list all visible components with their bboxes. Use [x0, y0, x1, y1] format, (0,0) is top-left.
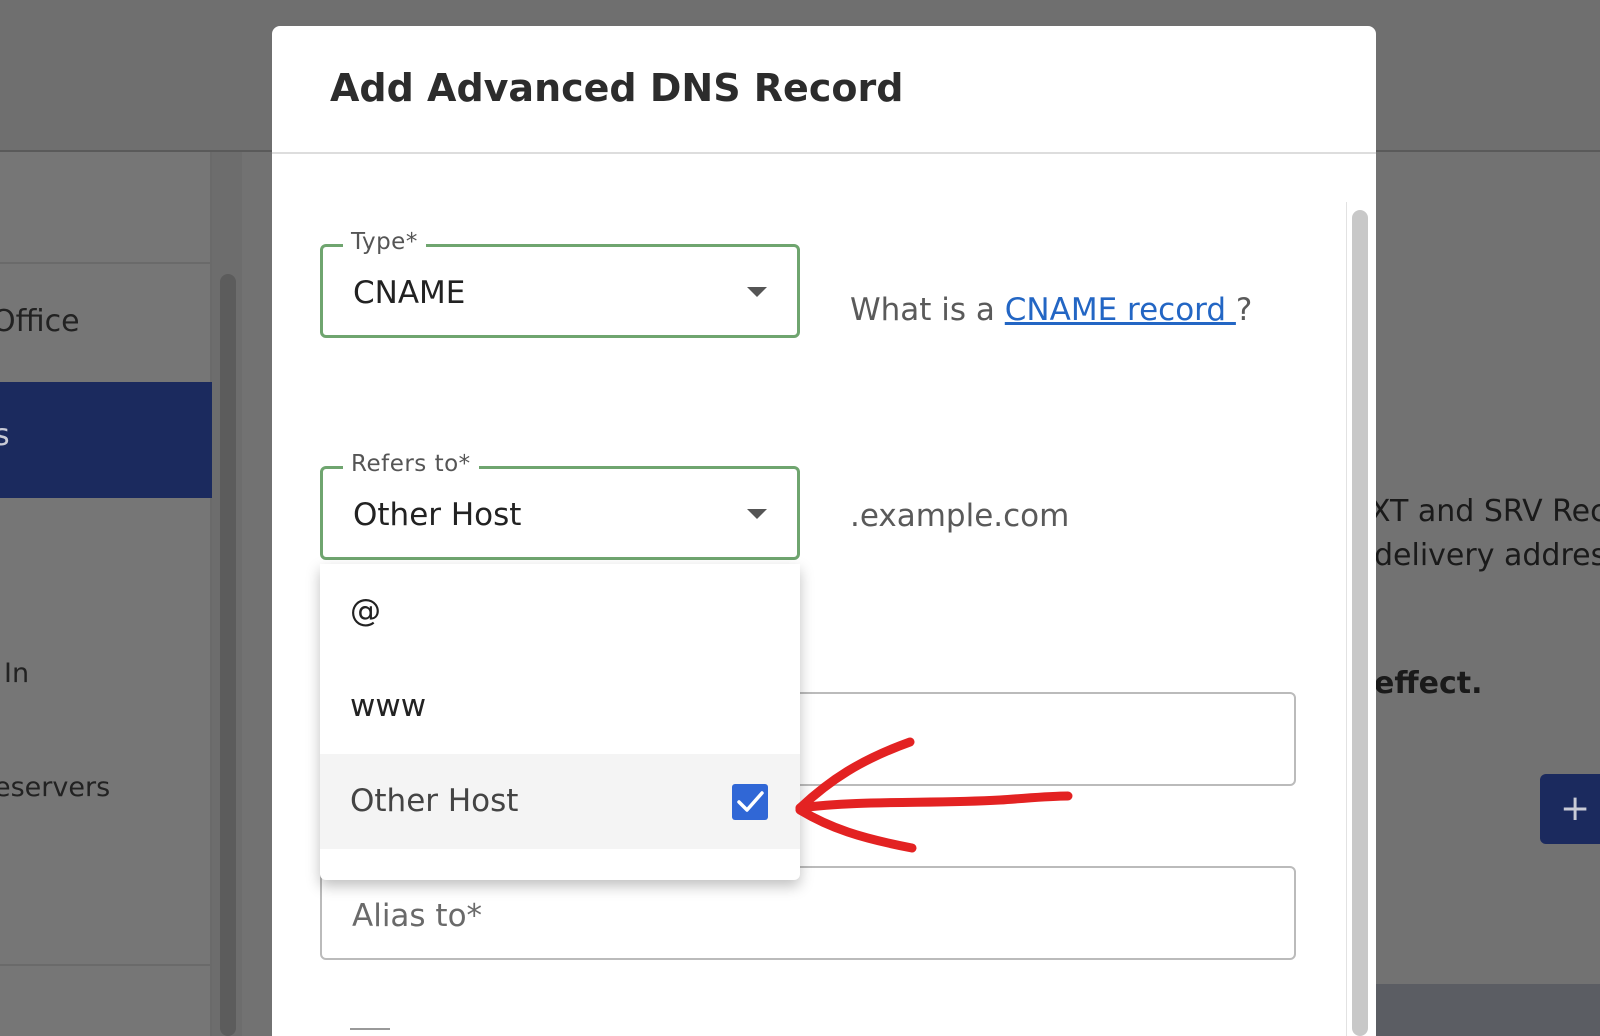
sidebar-item-active: s [0, 382, 212, 498]
dropdown-option-at[interactable]: @ [320, 564, 800, 659]
refers-to-select-label: Refers to* [343, 451, 479, 477]
sidebar-item-office: Office [0, 304, 80, 339]
dropdown-option-label: Other Host [350, 783, 519, 819]
modal-header: Add Advanced DNS Record [272, 26, 1376, 154]
cname-help-prefix: What is a [850, 292, 1005, 328]
type-select[interactable]: Type* CNAME [320, 229, 800, 338]
modal-title: Add Advanced DNS Record [330, 66, 904, 110]
page-scrollbar-thumb [220, 274, 236, 1036]
alias-to-placeholder: Alias to* [352, 898, 483, 934]
sidebar-item-in: In [4, 658, 30, 689]
next-field-fragment [350, 1028, 390, 1036]
sidebar-item-active-label: s [0, 418, 10, 453]
check-icon [732, 784, 768, 820]
dropdown-option-label: @ [350, 593, 381, 629]
sidebar-dimmed [0, 152, 212, 1036]
type-select-value: CNAME [353, 275, 466, 311]
background-text-line: XT and SRV Rec [1370, 494, 1600, 529]
background-text-line: delivery addres [1374, 538, 1600, 573]
refers-to-select[interactable]: Refers to* Other Host [320, 451, 800, 560]
sidebar-item-nameservers: eservers [0, 772, 111, 803]
cname-help-suffix: ? [1235, 292, 1253, 328]
refers-to-dropdown-menu: @ www Other Host [320, 564, 800, 880]
caret-down-icon [747, 287, 767, 297]
add-record-button: + [1540, 774, 1600, 844]
background-text-bold: effect. [1374, 666, 1483, 701]
domain-suffix: .example.com [850, 498, 1070, 534]
sidebar-divider [0, 262, 212, 264]
cname-record-link[interactable]: CNAME record [1005, 292, 1236, 328]
sidebar-divider [0, 964, 212, 966]
dropdown-option-other-host[interactable]: Other Host [320, 754, 800, 849]
red-arrow-annotation [795, 737, 1073, 853]
caret-down-icon [747, 509, 767, 519]
dropdown-option-www[interactable]: www [320, 659, 800, 754]
alias-to-input[interactable]: Alias to* [320, 866, 1296, 960]
type-select-label: Type* [343, 229, 426, 255]
table-header-ttl [1376, 984, 1600, 1036]
dropdown-option-label: www [350, 688, 427, 724]
modal-scrollbar-thumb[interactable] [1352, 210, 1368, 1036]
cname-help-text: What is a CNAME record ? [850, 292, 1252, 328]
add-dns-record-modal: Add Advanced DNS Record Type* CNAME What… [272, 26, 1376, 1036]
refers-to-select-value: Other Host [353, 497, 522, 533]
